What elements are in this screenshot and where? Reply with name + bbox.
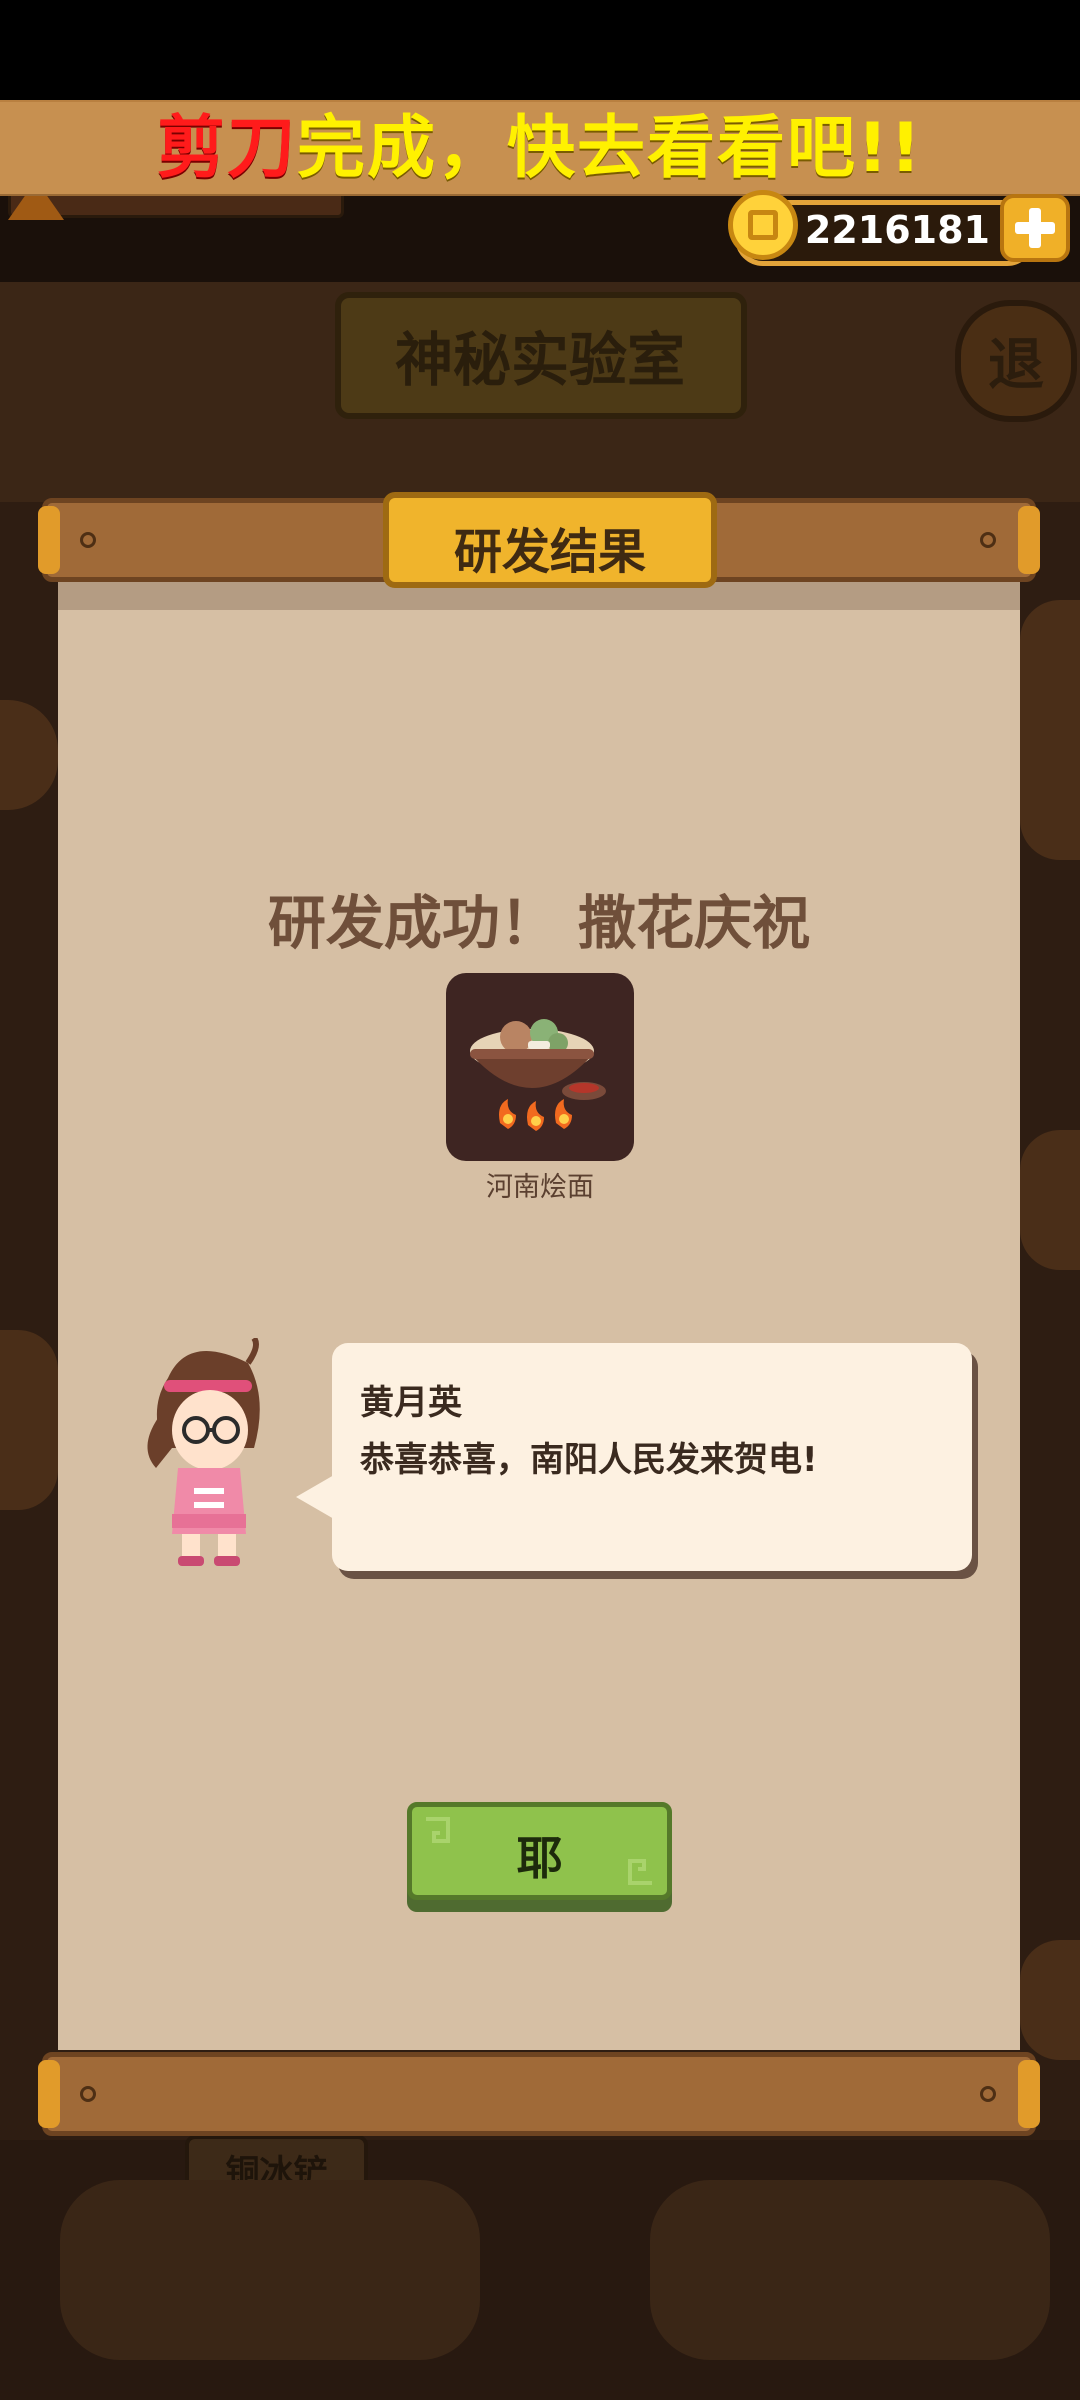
nail-icon [80, 2086, 96, 2102]
scroll-rod-bottom [42, 2052, 1036, 2136]
scroll-rod-cap [38, 506, 60, 574]
nail-icon [980, 532, 996, 548]
scroll-rod-cap [38, 2060, 60, 2128]
scroll-rod-cap [1018, 506, 1040, 574]
noodle-pot-icon [470, 1019, 606, 1131]
scroll-rod-cap [1018, 2060, 1040, 2128]
background-decor [1020, 1130, 1080, 1270]
notification-message: 完成，快去看看吧!! [296, 109, 924, 188]
status-bar [0, 0, 1080, 100]
speaker-name: 黄月英 [360, 1383, 462, 1423]
background-cauldron [60, 2180, 480, 2360]
speaker-line: 恭喜恭喜，南阳人民发来贺电! [360, 1440, 818, 1480]
dish-card [446, 973, 634, 1161]
dialog-title: 研发结果 [453, 524, 646, 580]
nail-icon [80, 532, 96, 548]
background-decor [0, 1330, 58, 1510]
background-cauldron [650, 2180, 1050, 2360]
success-message: 研发成功！ 撒花庆祝 [267, 889, 811, 957]
background-decor [1020, 1940, 1080, 2060]
exit-label: 退 [988, 333, 1044, 398]
notification-text: 剪刀完成，快去看看吧!! [0, 92, 1080, 191]
confirm-label: 耶 [516, 1831, 563, 1885]
plus-icon-stroke [1029, 208, 1041, 248]
speech-bubble-tail [296, 1475, 334, 1519]
girl-with-glasses-avatar [128, 1336, 288, 1568]
avatar-illustration [147, 1336, 260, 1566]
coin-amount: 2216181 [804, 208, 990, 252]
nail-icon [980, 2086, 996, 2102]
coin-hole [748, 210, 778, 240]
background-decor [1020, 600, 1080, 860]
background-room-title: 神秘实验室 [394, 326, 685, 394]
dish-name: 河南烩面 [486, 1172, 594, 1203]
notification-highlight: 剪刀 [156, 109, 297, 188]
